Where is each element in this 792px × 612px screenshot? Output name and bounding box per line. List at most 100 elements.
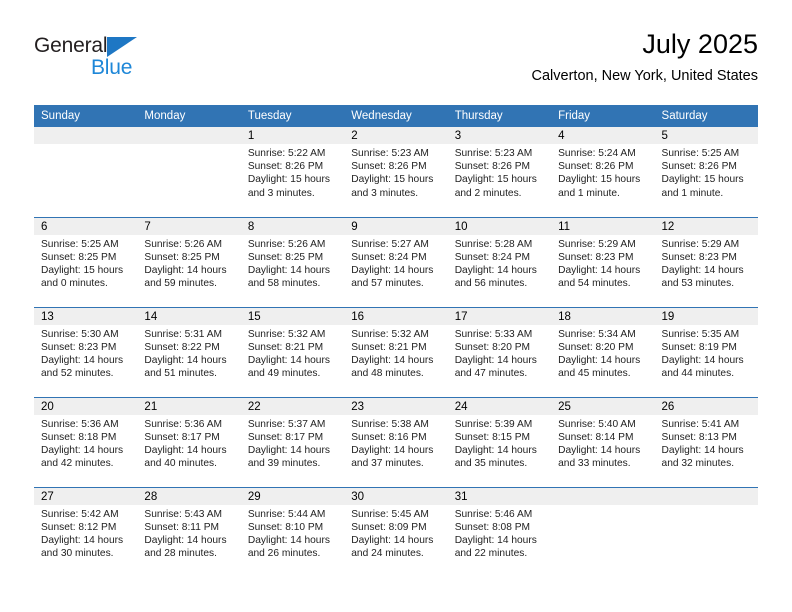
sunset-text: Sunset: 8:13 PM xyxy=(661,431,737,443)
sunset-text: Sunset: 8:26 PM xyxy=(247,161,324,173)
generalblue-logo[interactable]: General Blue xyxy=(34,34,234,90)
day-cell[interactable]: 6 Sunrise: 5:25 AM Sunset: 8:25 PM Dayli… xyxy=(34,216,138,307)
sunset-text: Sunset: 8:26 PM xyxy=(351,161,427,173)
daylight-text-line1: Daylight: 14 hours xyxy=(41,534,124,546)
page-subtitle: Calverton, New York, United States xyxy=(531,68,758,84)
sunrise-text: Sunrise: 5:26 AM xyxy=(247,238,326,250)
day-number: 3 xyxy=(447,127,552,144)
day-cell[interactable]: 28 Sunrise: 5:43 AM Sunset: 8:11 PM Dayl… xyxy=(137,486,241,577)
day-cell[interactable]: 17 Sunrise: 5:33 AM Sunset: 8:20 PM Dayl… xyxy=(447,306,552,397)
day-details: Sunrise: 5:36 AM Sunset: 8:17 PM Dayligh… xyxy=(137,415,240,471)
day-number xyxy=(34,127,138,144)
day-number: 11 xyxy=(551,217,655,235)
day-cell[interactable]: 9 Sunrise: 5:27 AM Sunset: 8:24 PM Dayli… xyxy=(344,216,448,307)
day-cell[interactable]: 27 Sunrise: 5:42 AM Sunset: 8:12 PM Dayl… xyxy=(34,486,138,577)
day-cell[interactable]: 30 Sunrise: 5:45 AM Sunset: 8:09 PM Dayl… xyxy=(344,486,448,577)
daylight-text-line1: Daylight: 14 hours xyxy=(144,534,227,546)
day-details: Sunrise: 5:29 AM Sunset: 8:23 PM Dayligh… xyxy=(551,235,654,291)
daylight-text-line1: Daylight: 14 hours xyxy=(661,354,744,366)
day-details: Sunrise: 5:46 AM Sunset: 8:08 PM Dayligh… xyxy=(448,505,551,561)
day-number: 30 xyxy=(344,487,448,505)
sunrise-text: Sunrise: 5:36 AM xyxy=(144,418,223,430)
daylight-text-line2: and 37 minutes. xyxy=(351,458,424,470)
day-cell[interactable]: 15 Sunrise: 5:32 AM Sunset: 8:21 PM Dayl… xyxy=(240,306,345,397)
sunrise-text: Sunrise: 5:22 AM xyxy=(247,148,326,159)
day-cell[interactable]: 23 Sunrise: 5:38 AM Sunset: 8:16 PM Dayl… xyxy=(344,396,448,487)
day-cell[interactable]: 3 Sunrise: 5:23 AM Sunset: 8:26 PM Dayli… xyxy=(447,127,552,217)
day-cell[interactable] xyxy=(551,486,655,577)
day-number: 14 xyxy=(137,307,241,325)
week-row: 1 Sunrise: 5:22 AM Sunset: 8:26 PM Dayli… xyxy=(34,127,758,217)
day-cell[interactable]: 5 Sunrise: 5:25 AM Sunset: 8:26 PM Dayli… xyxy=(654,127,758,217)
sunset-text: Sunset: 8:17 PM xyxy=(247,431,324,443)
sunrise-text: Sunrise: 5:42 AM xyxy=(41,508,119,520)
daylight-text-line1: Daylight: 14 hours xyxy=(454,444,537,456)
day-details: Sunrise: 5:44 AM Sunset: 8:10 PM Dayligh… xyxy=(241,505,344,561)
daylight-text-line1: Daylight: 14 hours xyxy=(661,264,744,276)
day-cell[interactable]: 25 Sunrise: 5:40 AM Sunset: 8:14 PM Dayl… xyxy=(551,396,655,487)
day-details: Sunrise: 5:43 AM Sunset: 8:11 PM Dayligh… xyxy=(137,505,240,561)
sunrise-text: Sunrise: 5:39 AM xyxy=(454,418,533,430)
day-details xyxy=(551,505,654,508)
day-cell[interactable]: 22 Sunrise: 5:37 AM Sunset: 8:17 PM Dayl… xyxy=(240,396,345,487)
day-cell[interactable]: 1 Sunrise: 5:22 AM Sunset: 8:26 PM Dayli… xyxy=(240,127,345,217)
day-number xyxy=(654,487,758,505)
day-details: Sunrise: 5:24 AM Sunset: 8:26 PM Dayligh… xyxy=(551,144,654,200)
daylight-text-line1: Daylight: 15 hours xyxy=(351,174,434,186)
daylight-text-line2: and 59 minutes. xyxy=(144,278,217,290)
daylight-text-line2: and 3 minutes. xyxy=(247,187,315,199)
day-cell[interactable] xyxy=(654,486,758,577)
sunset-text: Sunset: 8:23 PM xyxy=(661,251,737,263)
day-cell[interactable] xyxy=(34,127,138,217)
day-cell[interactable]: 12 Sunrise: 5:29 AM Sunset: 8:23 PM Dayl… xyxy=(654,216,758,307)
day-cell[interactable]: 13 Sunrise: 5:30 AM Sunset: 8:23 PM Dayl… xyxy=(34,306,138,397)
daylight-text-line2: and 3 minutes. xyxy=(351,187,419,199)
day-cell[interactable]: 11 Sunrise: 5:29 AM Sunset: 8:23 PM Dayl… xyxy=(551,216,655,307)
sunrise-text: Sunrise: 5:25 AM xyxy=(41,238,119,250)
day-cell[interactable]: 16 Sunrise: 5:32 AM Sunset: 8:21 PM Dayl… xyxy=(344,306,448,397)
day-cell[interactable]: 7 Sunrise: 5:26 AM Sunset: 8:25 PM Dayli… xyxy=(137,216,241,307)
day-cell[interactable]: 19 Sunrise: 5:35 AM Sunset: 8:19 PM Dayl… xyxy=(654,306,758,397)
weekday-header-thursday: Thursday xyxy=(447,105,552,127)
calendar-body: 1 Sunrise: 5:22 AM Sunset: 8:26 PM Dayli… xyxy=(34,127,758,577)
calendar-page: General Blue July 2025 Calverton, New Yo… xyxy=(0,0,792,612)
sunrise-text: Sunrise: 5:31 AM xyxy=(144,328,223,340)
day-details: Sunrise: 5:23 AM Sunset: 8:26 PM Dayligh… xyxy=(448,144,551,200)
day-details: Sunrise: 5:31 AM Sunset: 8:22 PM Dayligh… xyxy=(137,325,240,381)
daylight-text-line2: and 57 minutes. xyxy=(351,278,424,290)
weekday-header-friday: Friday xyxy=(551,105,655,127)
day-number: 15 xyxy=(240,307,345,325)
sunset-text: Sunset: 8:09 PM xyxy=(351,521,427,533)
day-cell[interactable]: 26 Sunrise: 5:41 AM Sunset: 8:13 PM Dayl… xyxy=(654,396,758,487)
day-cell[interactable]: 4 Sunrise: 5:24 AM Sunset: 8:26 PM Dayli… xyxy=(551,127,655,217)
daylight-text-line2: and 1 minute. xyxy=(661,187,724,199)
day-details: Sunrise: 5:35 AM Sunset: 8:19 PM Dayligh… xyxy=(655,325,758,381)
day-number: 10 xyxy=(447,217,552,235)
day-number: 12 xyxy=(654,217,758,235)
day-cell[interactable]: 8 Sunrise: 5:26 AM Sunset: 8:25 PM Dayli… xyxy=(240,216,345,307)
daylight-text-line2: and 39 minutes. xyxy=(247,458,321,470)
day-cell[interactable]: 29 Sunrise: 5:44 AM Sunset: 8:10 PM Dayl… xyxy=(240,486,345,577)
logo-text-general: General xyxy=(34,34,108,57)
day-number: 17 xyxy=(447,307,552,325)
day-cell[interactable]: 14 Sunrise: 5:31 AM Sunset: 8:22 PM Dayl… xyxy=(137,306,241,397)
day-details: Sunrise: 5:40 AM Sunset: 8:14 PM Dayligh… xyxy=(551,415,654,471)
day-cell[interactable]: 20 Sunrise: 5:36 AM Sunset: 8:18 PM Dayl… xyxy=(34,396,138,487)
day-cell[interactable]: 18 Sunrise: 5:34 AM Sunset: 8:20 PM Dayl… xyxy=(551,306,655,397)
day-cell[interactable]: 31 Sunrise: 5:46 AM Sunset: 8:08 PM Dayl… xyxy=(447,486,552,577)
daylight-text-line2: and 32 minutes. xyxy=(661,458,735,470)
day-details: Sunrise: 5:36 AM Sunset: 8:18 PM Dayligh… xyxy=(34,415,137,471)
logo-text-blue: Blue xyxy=(91,56,133,79)
day-cell[interactable]: 10 Sunrise: 5:28 AM Sunset: 8:24 PM Dayl… xyxy=(447,216,552,307)
day-cell[interactable]: 21 Sunrise: 5:36 AM Sunset: 8:17 PM Dayl… xyxy=(137,396,241,487)
sunrise-text: Sunrise: 5:46 AM xyxy=(454,508,533,520)
day-cell[interactable]: 2 Sunrise: 5:23 AM Sunset: 8:26 PM Dayli… xyxy=(344,127,448,217)
day-number: 13 xyxy=(34,307,138,325)
day-number: 22 xyxy=(240,397,345,415)
day-number: 28 xyxy=(137,487,241,505)
daylight-text-line2: and 51 minutes. xyxy=(144,368,217,380)
sunrise-text: Sunrise: 5:45 AM xyxy=(351,508,429,520)
day-number: 27 xyxy=(34,487,138,505)
day-cell[interactable]: 24 Sunrise: 5:39 AM Sunset: 8:15 PM Dayl… xyxy=(447,396,552,487)
day-cell[interactable] xyxy=(137,127,241,217)
